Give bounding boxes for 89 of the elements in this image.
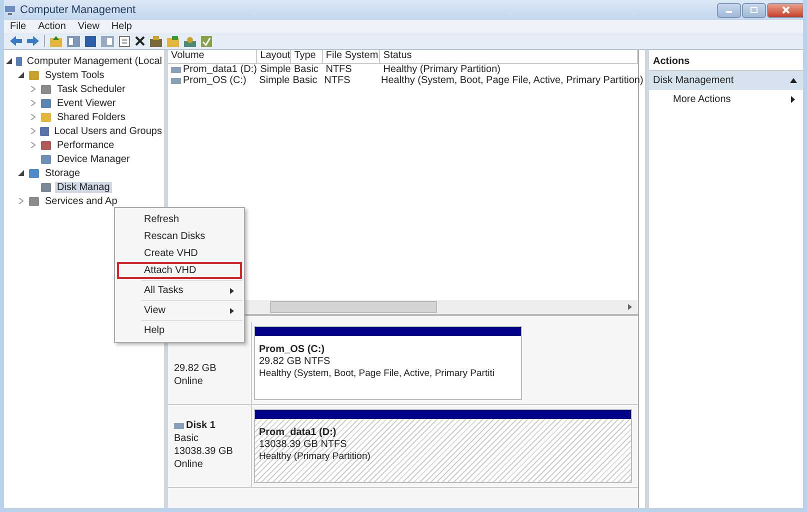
node-icon xyxy=(39,126,50,136)
properties-icon[interactable] xyxy=(119,36,130,46)
tree-item[interactable]: Performance xyxy=(55,140,116,150)
node-icon xyxy=(15,56,22,66)
table-cell: Simple xyxy=(259,75,290,86)
menu-item[interactable]: File xyxy=(10,21,26,32)
tree-item[interactable]: Task Scheduler xyxy=(55,84,128,94)
node-icon xyxy=(40,112,52,122)
node-icon xyxy=(40,140,52,150)
table-cell: Healthy (Primary Partition) xyxy=(383,64,500,75)
disk-info: 13038.39 GB xyxy=(174,445,234,458)
tree-item[interactable]: Computer Management (Local xyxy=(24,56,164,66)
forward-arrow-icon[interactable] xyxy=(27,36,39,46)
expander-icon[interactable] xyxy=(18,72,25,78)
pane-icon[interactable] xyxy=(101,36,114,46)
folder-up-icon[interactable] xyxy=(50,36,62,46)
tree-item[interactable]: Local Users and Groups xyxy=(52,126,164,136)
partition-block[interactable]: Prom_data1 (D:) 13038.39 GB NTFS Healthy (Primary Partition) xyxy=(254,409,632,483)
partition-status: Healthy (System, Boot, Page File, Active, Primary Partiti xyxy=(259,368,496,380)
submenu-arrow-icon xyxy=(791,96,795,103)
partition-size: 29.82 GB NTFS xyxy=(259,356,332,368)
context-menu-item[interactable]: Attach VHD xyxy=(117,262,242,279)
expander-icon[interactable] xyxy=(18,170,25,176)
disk-info: Online xyxy=(174,375,204,388)
tree-item[interactable]: Services and Ap xyxy=(43,196,120,206)
context-menu-item[interactable]: Create VHD xyxy=(117,245,242,262)
column-header[interactable]: Status xyxy=(380,50,638,63)
close-button[interactable] xyxy=(767,2,803,18)
column-header[interactable]: File System xyxy=(322,50,380,63)
tree-item[interactable]: Shared Folders xyxy=(55,112,128,122)
disk-info: Basic xyxy=(174,432,200,445)
table-cell: Basic xyxy=(294,64,318,75)
column-header[interactable]: Volume xyxy=(168,50,258,63)
context-menu-item[interactable]: Rescan Disks xyxy=(117,228,242,245)
disk-info: Online xyxy=(174,458,204,471)
checklist-icon[interactable] xyxy=(201,36,212,46)
node-icon xyxy=(28,70,40,80)
table-cell: NTFS xyxy=(326,64,352,75)
tree-item[interactable]: Storage xyxy=(43,168,82,178)
table-cell: Healthy (System, Boot, Page File, Active, Primary Partition) xyxy=(380,75,644,86)
menu-item[interactable]: Help xyxy=(111,21,132,32)
tree-pane-icon[interactable] xyxy=(67,36,80,46)
node-icon xyxy=(40,98,52,108)
window-title: Computer Management xyxy=(20,4,136,16)
column-header[interactable]: Layout xyxy=(257,50,292,63)
table-cell: Prom_data1 (D:) xyxy=(183,64,257,75)
tree-item[interactable]: Device Manager xyxy=(55,154,132,164)
partition-name: Prom_OS (C:) xyxy=(259,344,326,356)
context-menu-item[interactable]: View xyxy=(117,302,242,319)
maximize-button[interactable] xyxy=(742,2,766,18)
partition-name: Prom_data1 (D:) xyxy=(259,427,338,439)
node-icon xyxy=(40,154,52,164)
action-item[interactable]: More Actions xyxy=(649,90,803,109)
delete-icon[interactable] xyxy=(135,36,145,46)
context-menu-item[interactable]: All Tasks xyxy=(117,282,242,299)
collapse-icon[interactable] xyxy=(790,78,797,83)
tree-item[interactable]: System Tools xyxy=(43,70,106,80)
maximize-icon xyxy=(750,7,758,13)
node-icon xyxy=(28,196,40,206)
disk-info: 29.82 GB xyxy=(174,362,218,375)
submenu-arrow-icon xyxy=(230,288,234,294)
node-icon xyxy=(28,168,40,178)
context-menu-item[interactable]: Help xyxy=(117,322,242,339)
expander-icon[interactable] xyxy=(6,58,12,64)
partition-status: Healthy (Primary Partition) xyxy=(259,451,372,463)
table-cell: NTFS xyxy=(324,75,350,86)
menu-item[interactable]: View xyxy=(78,21,100,32)
submenu-arrow-icon xyxy=(230,308,234,314)
partition-size: 13038.39 GB NTFS xyxy=(259,439,348,451)
tree-item[interactable]: Event Viewer xyxy=(55,98,118,108)
scrollbar-thumb[interactable] xyxy=(270,301,437,313)
computer-icon xyxy=(4,4,16,16)
back-arrow-icon[interactable] xyxy=(10,36,22,46)
actions-section[interactable]: Disk Management xyxy=(649,71,803,90)
minimize-button[interactable] xyxy=(717,2,741,18)
table-cell: Simple xyxy=(260,64,291,75)
tree-item[interactable]: Disk Manag xyxy=(55,182,112,192)
menu-item[interactable]: Action xyxy=(38,21,66,32)
scroll-right-icon[interactable] xyxy=(628,304,632,310)
node-icon xyxy=(40,182,52,192)
table-cell: Basic xyxy=(292,75,318,86)
table-cell: Prom_OS (C:) xyxy=(183,75,246,86)
disk-name: Disk 1 xyxy=(186,419,216,432)
context-menu-item[interactable]: Refresh xyxy=(117,211,242,228)
close-icon xyxy=(782,6,790,14)
folder-icon[interactable] xyxy=(167,36,179,46)
node-icon xyxy=(40,84,52,94)
column-header[interactable]: Type xyxy=(291,50,323,63)
partition-block[interactable]: Prom_OS (C:) 29.82 GB NTFS Healthy (System, Boot, Page File, Active, Primary Partiti xyxy=(254,326,522,400)
